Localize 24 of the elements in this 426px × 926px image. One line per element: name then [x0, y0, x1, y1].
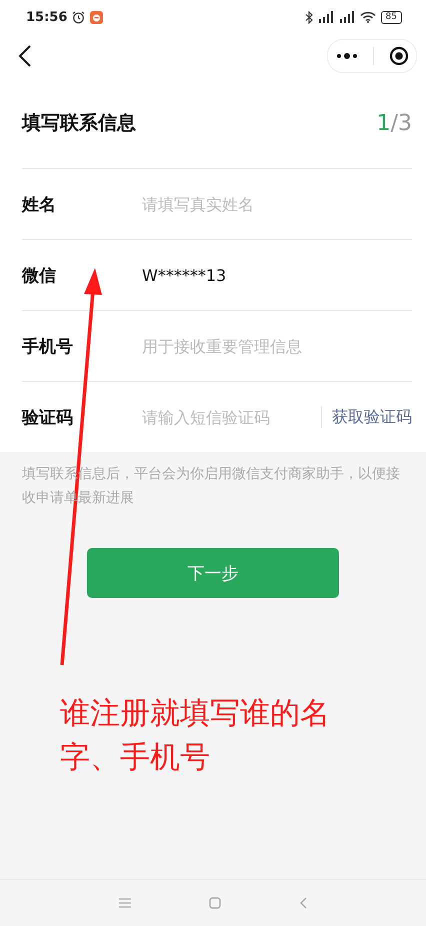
field-label: 微信 — [22, 264, 57, 286]
page-title: 填写联系信息 — [22, 111, 136, 136]
signal-icon — [338, 11, 355, 23]
step-indicator: 1/3 — [376, 110, 412, 136]
get-code-link[interactable]: 获取验证码 — [332, 406, 412, 428]
field-label: 验证码 — [22, 406, 74, 428]
status-time: 15:56 — [26, 10, 68, 24]
app-icon — [90, 10, 104, 24]
more-icon[interactable] — [336, 52, 358, 60]
field-label: 手机号 — [22, 336, 74, 358]
next-button[interactable]: 下一步 — [87, 548, 339, 598]
input-field[interactable]: 请输入短信验证码 — [142, 408, 311, 426]
field-label: 姓名 — [22, 194, 57, 216]
back-icon[interactable] — [18, 45, 32, 67]
alarm-icon — [72, 10, 86, 24]
signal-icon — [318, 11, 334, 23]
input-field[interactable]: 用于接收重要管理信息 — [142, 336, 412, 356]
wifi-icon — [360, 11, 376, 23]
input-field[interactable]: W******13 — [142, 266, 412, 284]
bluetooth-icon — [304, 10, 313, 24]
annotation-text: 谁注册就填写谁的名字、手机号 — [59, 695, 331, 777]
input-field[interactable]: 请填写真实姓名 — [142, 194, 412, 214]
close-icon[interactable] — [388, 46, 408, 66]
battery-indicator: 85 — [380, 10, 402, 24]
